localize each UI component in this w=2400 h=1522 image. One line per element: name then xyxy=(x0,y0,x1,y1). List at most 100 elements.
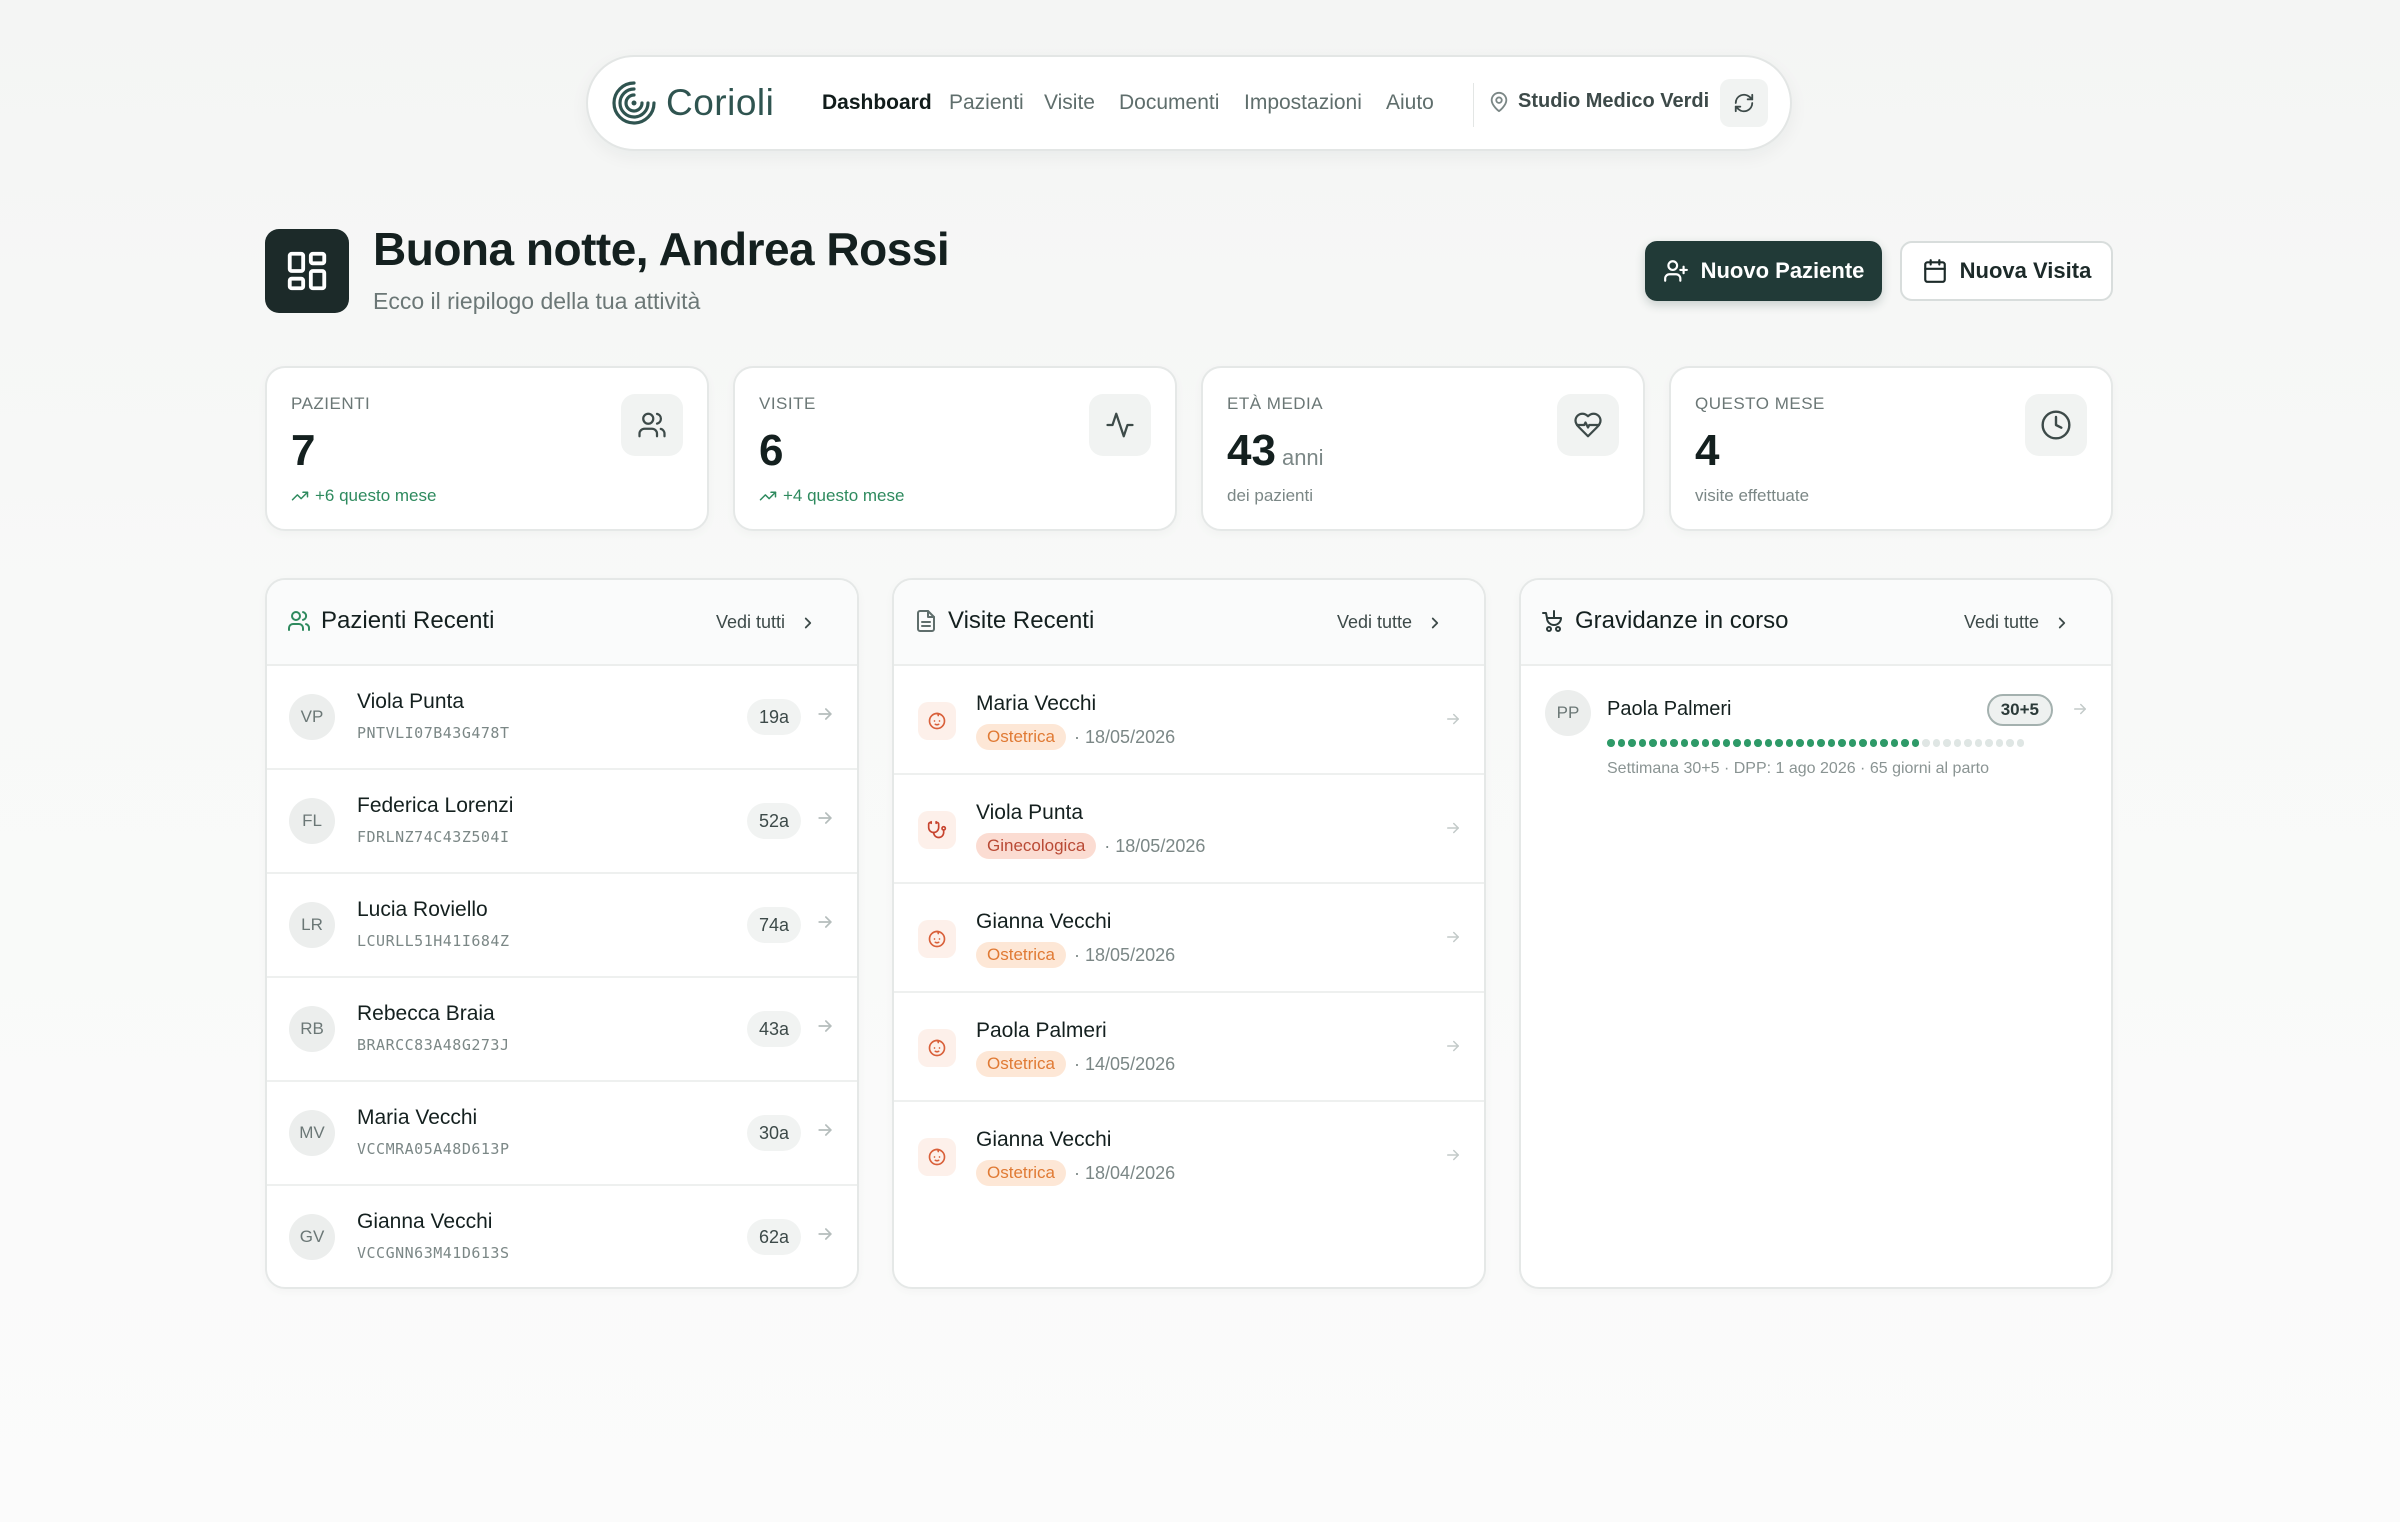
progress-dot xyxy=(1974,739,1982,747)
visit-patient-name: Gianna Vecchi xyxy=(976,910,1112,933)
baby-carriage-icon xyxy=(1542,610,1562,632)
progress-dot xyxy=(1764,739,1772,747)
visit-row[interactable]: Paola Palmeri Ostetrica · 14/05/2026 xyxy=(894,993,1484,1102)
new-visit-label: Nuova Visita xyxy=(1959,258,2092,283)
recent-patients-panel: Pazienti Recenti Vedi tutti VP Viola Pun… xyxy=(265,578,859,1289)
progress-dot xyxy=(1922,739,1930,747)
view-all-visits-link[interactable]: Vedi tutte xyxy=(1337,612,1444,633)
panel-title: Visite Recenti xyxy=(914,607,1094,635)
patient-row[interactable]: RB Rebecca Braia BRARCC83A48G273J 43a xyxy=(267,978,857,1082)
progress-dot xyxy=(1859,739,1867,747)
stat-card-visite: VISITE 6 +4 questo mese xyxy=(733,366,1177,531)
patient-row[interactable]: MV Maria Vecchi VCCMRA05A48D613P 30a xyxy=(267,1082,857,1186)
progress-dot xyxy=(1911,739,1919,747)
age-badge: 43a xyxy=(746,1011,801,1047)
nav-divider xyxy=(1473,83,1474,127)
stat-icon-box xyxy=(2025,394,2087,456)
visit-row[interactable]: Gianna Vecchi Ostetrica · 18/04/2026 xyxy=(894,1102,1484,1211)
visit-meta: Ginecologica · 18/05/2026 xyxy=(976,833,1205,859)
panel-title: Gravidanze in corso xyxy=(1541,607,1788,635)
arrow-right-icon xyxy=(818,916,832,928)
page-title: Buona notte, Andrea Rossi xyxy=(373,223,950,275)
visit-row[interactable]: Viola Punta Ginecologica · 18/05/2026 xyxy=(894,775,1484,884)
view-all-patients-link[interactable]: Vedi tutti xyxy=(716,612,817,633)
user-plus-icon xyxy=(1663,260,1688,282)
visit-row[interactable]: Maria Vecchi Ostetrica · 18/05/2026 xyxy=(894,666,1484,775)
progress-dot xyxy=(1901,739,1909,747)
patient-fiscal-code: LCURLL51H41I684Z xyxy=(357,932,510,950)
progress-dot xyxy=(1817,739,1825,747)
stat-card-questo-mese: QUESTO MESE 4 visite effettuate xyxy=(1669,366,2113,531)
new-visit-button[interactable]: Nuova Visita xyxy=(1900,241,2113,301)
stat-trend: +6 questo mese xyxy=(291,486,436,506)
progress-dot xyxy=(1827,739,1835,747)
stat-caption: visite effettuate xyxy=(1695,486,1810,505)
baby-icon xyxy=(928,712,946,730)
recent-visits-panel: Visite Recenti Vedi tutte Maria Vecchi O… xyxy=(892,578,1486,1289)
progress-dot xyxy=(1890,739,1898,747)
clock-icon xyxy=(2041,410,2071,440)
arrow-right-icon xyxy=(1447,931,1459,943)
chevron-right-icon xyxy=(2058,617,2066,628)
patient-row[interactable]: FL Federica Lorenzi FDRLNZ74C43Z504I 52a xyxy=(267,770,857,874)
progress-dot xyxy=(1985,739,1993,747)
progress-dot xyxy=(1733,739,1741,747)
nav-dashboard[interactable]: Dashboard xyxy=(822,91,932,115)
arrow-right-icon xyxy=(818,1228,832,1240)
arrow-right-icon xyxy=(818,1124,832,1136)
progress-dot xyxy=(1701,739,1709,747)
arrow-right-icon xyxy=(1447,713,1459,725)
patient-name: Gianna Vecchi xyxy=(357,1210,493,1233)
stat-label: VISITE xyxy=(759,394,816,413)
arrow-right-icon xyxy=(1447,1149,1459,1161)
clinic-selector[interactable]: Studio Medico Verdi xyxy=(1488,90,1709,113)
patient-name: Federica Lorenzi xyxy=(357,794,514,817)
users-icon xyxy=(288,611,311,631)
patient-row[interactable]: GV Gianna Vecchi VCCGNN63M41D613S 62a xyxy=(267,1186,857,1287)
baby-icon xyxy=(928,1039,946,1057)
baby-icon xyxy=(928,1148,946,1166)
progress-dot xyxy=(1880,739,1888,747)
refresh-button[interactable] xyxy=(1720,79,1768,127)
nav-aiuto[interactable]: Aiuto xyxy=(1386,91,1434,115)
nav-impostazioni[interactable]: Impostazioni xyxy=(1244,91,1362,115)
progress-dot xyxy=(1953,739,1961,747)
progress-dot xyxy=(1806,739,1814,747)
clinic-name: Studio Medico Verdi xyxy=(1518,90,1710,112)
page-subtitle: Ecco il riepilogo della tua attività xyxy=(373,288,701,314)
view-all-pregnancies-link[interactable]: Vedi tutte xyxy=(1964,612,2071,633)
patient-fiscal-code: PNTVLI07B43G478T xyxy=(357,724,510,742)
stat-value: 7 xyxy=(291,426,316,475)
pregnancy-progress-dots xyxy=(1607,739,2024,747)
visit-type-icon-box xyxy=(918,1138,956,1176)
heart-pulse-icon xyxy=(1574,412,1602,438)
brand-logo[interactable]: Corioli xyxy=(610,79,774,127)
patient-row[interactable]: VP Viola Punta PNTVLI07B43G478T 19a xyxy=(267,666,857,770)
nav-visite[interactable]: Visite xyxy=(1044,91,1095,115)
progress-dot xyxy=(2016,739,2024,747)
avatar: VP xyxy=(289,694,335,740)
nav-pazienti[interactable]: Pazienti xyxy=(949,91,1024,115)
stat-value: 43 anni xyxy=(1227,426,1324,475)
visit-meta: Ostetrica · 18/05/2026 xyxy=(976,724,1175,750)
progress-dot xyxy=(1607,739,1615,747)
visit-date: · 18/05/2026 xyxy=(1104,835,1206,856)
new-patient-button[interactable]: Nuovo Paziente xyxy=(1645,241,1882,301)
avatar: LR xyxy=(289,902,335,948)
stethoscope-icon xyxy=(927,820,947,839)
panel-title: Pazienti Recenti xyxy=(287,607,494,635)
patient-fiscal-code: FDRLNZ74C43Z504I xyxy=(357,828,510,846)
patient-row[interactable]: LR Lucia Roviello LCURLL51H41I684Z 74a xyxy=(267,874,857,978)
progress-dot xyxy=(1722,739,1730,747)
progress-dot xyxy=(1848,739,1856,747)
pregnancy-info: Settimana 30+5 · DPP: 1 ago 2026 · 65 gi… xyxy=(1607,760,1990,777)
visit-row[interactable]: Gianna Vecchi Ostetrica · 18/05/2026 xyxy=(894,884,1484,993)
patient-fiscal-code: BRARCC83A48G273J xyxy=(357,1036,510,1054)
pregnancy-row[interactable]: PP Paola Palmeri 30+5 Settimana 30+5 · D… xyxy=(1521,666,2111,796)
nav-documenti[interactable]: Documenti xyxy=(1119,91,1219,115)
pregnancy-patient-name: Paola Palmeri xyxy=(1607,698,1732,720)
stat-icon-box xyxy=(621,394,683,456)
users-icon xyxy=(638,412,666,438)
progress-dot xyxy=(1785,739,1793,747)
progress-dot xyxy=(1680,739,1688,747)
